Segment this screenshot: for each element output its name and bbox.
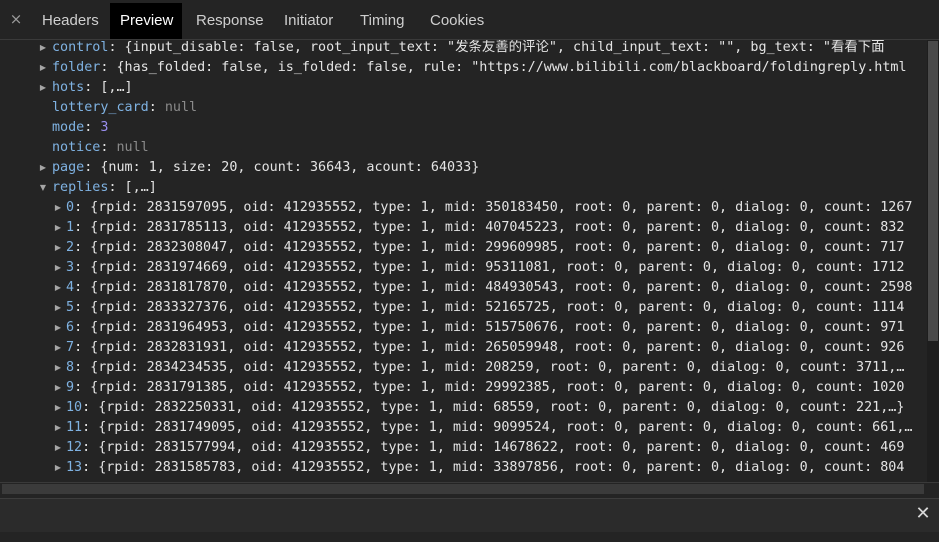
- node-summary: : [,…]: [84, 80, 133, 95]
- reply-index: 2: [66, 240, 75, 255]
- reply-summary: : {rpid: 2831597095, oid: 412935552, typ…: [74, 200, 913, 215]
- expand-arrow-icon[interactable]: ▶: [53, 358, 63, 378]
- expand-arrow-icon[interactable]: ▶: [53, 218, 63, 238]
- node-separator: :: [84, 120, 101, 135]
- node-key: lottery_card: [52, 100, 149, 115]
- reply-index: 6: [66, 320, 75, 335]
- reply-summary: : {rpid: 2832308047, oid: 412935552, typ…: [74, 240, 905, 255]
- node-value: 3: [100, 120, 109, 135]
- expand-arrow-icon[interactable]: ▶: [53, 238, 63, 258]
- bottom-strip: [0, 532, 939, 542]
- expand-arrow-icon[interactable]: ▶: [38, 40, 48, 58]
- node-key: control: [52, 40, 109, 55]
- node-key: page: [52, 160, 85, 175]
- expand-arrow-icon[interactable]: ▶: [53, 438, 63, 458]
- reply-summary: : {rpid: 2831749095, oid: 412935552, typ…: [82, 420, 913, 435]
- node-separator: :: [148, 100, 165, 115]
- reply-index: 10: [66, 400, 83, 415]
- reply-index: 13: [66, 460, 83, 475]
- node-summary: : {num: 1, size: 20, count: 36643, acoun…: [84, 160, 480, 175]
- node-value: null: [116, 140, 149, 155]
- reply-summary: : {rpid: 2831785113, oid: 412935552, typ…: [74, 220, 905, 235]
- expand-arrow-icon[interactable]: ▶: [38, 58, 48, 78]
- tree-node-lottery-card[interactable]: lottery_card: null: [52, 98, 197, 118]
- reply-index: 3: [66, 260, 75, 275]
- expand-arrow-icon[interactable]: ▶: [53, 318, 63, 338]
- expand-arrow-icon[interactable]: ▶: [53, 458, 63, 478]
- reply-summary: : {rpid: 2833327376, oid: 412935552, typ…: [74, 300, 905, 315]
- horizontal-scrollbar-thumb[interactable]: [2, 484, 924, 494]
- devtools-tab-bar: × Headers Preview Response Initiator Tim…: [0, 0, 939, 40]
- expand-arrow-icon[interactable]: ▶: [38, 78, 48, 98]
- node-summary: : [,…]: [108, 180, 157, 195]
- node-key: notice: [52, 140, 101, 155]
- close-panel-icon[interactable]: ×: [8, 11, 24, 27]
- vertical-scrollbar-thumb[interactable]: [928, 41, 938, 341]
- expand-arrow-icon[interactable]: ▶: [53, 398, 63, 418]
- node-key: folder: [52, 60, 101, 75]
- tab-response[interactable]: Response: [186, 3, 274, 39]
- node-summary: : {has_folded: false, is_folded: false, …: [100, 60, 907, 75]
- reply-summary: : {rpid: 2832831931, oid: 412935552, typ…: [74, 340, 905, 355]
- reply-index: 1: [66, 220, 75, 235]
- drawer-bar: [0, 498, 939, 532]
- reply-summary: : {rpid: 2831817870, oid: 412935552, typ…: [74, 280, 913, 295]
- reply-index: 4: [66, 280, 75, 295]
- expand-arrow-icon[interactable]: ▶: [38, 158, 48, 178]
- reply-index: 12: [66, 440, 83, 455]
- tab-headers[interactable]: Headers: [32, 3, 109, 39]
- node-key: hots: [52, 80, 85, 95]
- tree-node-mode[interactable]: mode: 3: [52, 118, 108, 138]
- reply-summary: : {rpid: 2831577994, oid: 412935552, typ…: [82, 440, 905, 455]
- reply-summary: : {rpid: 2831791385, oid: 412935552, typ…: [74, 380, 905, 395]
- reply-summary: : {rpid: 2832250331, oid: 412935552, typ…: [82, 400, 905, 415]
- node-separator: :: [100, 140, 117, 155]
- reply-index: 11: [66, 420, 83, 435]
- preview-tree: ▶ control: {input_disable: false, root_i…: [0, 40, 927, 482]
- expand-arrow-icon[interactable]: ▶: [53, 418, 63, 438]
- node-key: mode: [52, 120, 85, 135]
- tab-timing[interactable]: Timing: [350, 3, 414, 39]
- reply-summary: : {rpid: 2831585783, oid: 412935552, typ…: [82, 460, 905, 475]
- reply-index: 9: [66, 380, 75, 395]
- expand-arrow-icon[interactable]: ▶: [53, 298, 63, 318]
- tab-cookies[interactable]: Cookies: [420, 3, 494, 39]
- expand-arrow-icon[interactable]: ▶: [53, 338, 63, 358]
- close-drawer-icon[interactable]: ✕: [913, 504, 933, 524]
- expand-arrow-icon[interactable]: ▶: [53, 278, 63, 298]
- reply-index: 8: [66, 360, 75, 375]
- expand-arrow-icon[interactable]: ▶: [53, 198, 63, 218]
- node-key: replies: [52, 180, 109, 195]
- expand-arrow-icon[interactable]: ▶: [53, 378, 63, 398]
- reply-summary: : {rpid: 2834234535, oid: 412935552, typ…: [74, 360, 905, 375]
- reply-index: 0: [66, 200, 75, 215]
- reply-summary: : {rpid: 2831964953, oid: 412935552, typ…: [74, 320, 905, 335]
- reply-summary: : {rpid: 2831974669, oid: 412935552, typ…: [74, 260, 905, 275]
- reply-index: 5: [66, 300, 75, 315]
- expand-arrow-icon[interactable]: ▶: [53, 258, 63, 278]
- tab-preview[interactable]: Preview: [110, 3, 182, 39]
- node-summary: : {input_disable: false, root_input_text…: [108, 40, 885, 55]
- reply-index: 7: [66, 340, 75, 355]
- tab-initiator[interactable]: Initiator: [274, 3, 343, 39]
- tree-node-notice[interactable]: notice: null: [52, 138, 149, 158]
- collapse-arrow-icon[interactable]: ▼: [38, 178, 48, 198]
- node-value: null: [164, 100, 198, 115]
